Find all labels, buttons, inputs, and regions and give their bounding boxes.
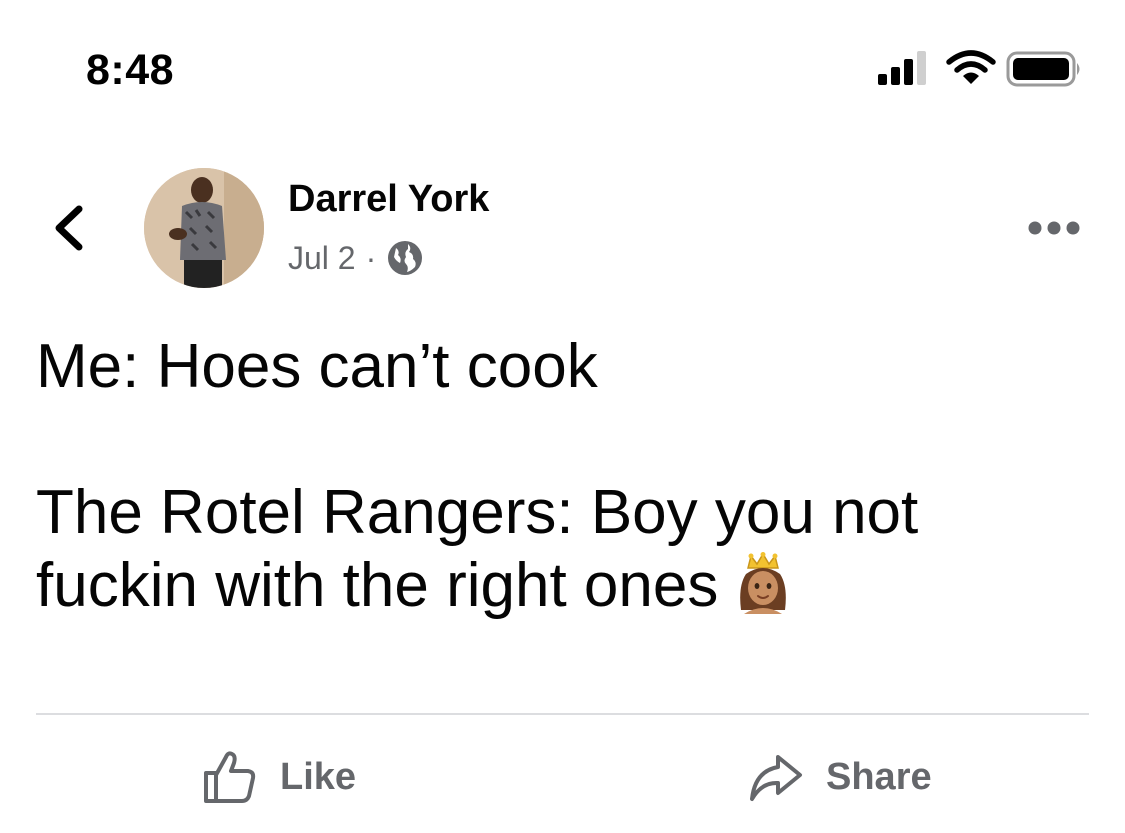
author-name[interactable]: Darrel York <box>288 178 489 221</box>
globe-icon <box>388 241 423 275</box>
share-button[interactable]: Share <box>748 748 932 806</box>
like-button[interactable]: Like <box>200 748 356 806</box>
share-label: Share <box>826 755 932 798</box>
post-text-line: Me: Hoes can’t cook <box>36 332 598 401</box>
more-options-button[interactable] <box>1026 214 1082 242</box>
post-date[interactable]: Jul 2 <box>288 240 356 277</box>
post-text-line: fuckin with the right ones <box>36 549 1096 622</box>
share-arrow-icon <box>750 755 802 801</box>
post-text-line-content: fuckin with the right ones <box>36 551 719 620</box>
princess-emoji-icon <box>740 552 787 614</box>
thumbs-up-icon <box>204 751 256 803</box>
status-icons <box>876 50 1086 90</box>
chevron-left-icon <box>55 205 83 251</box>
wifi-icon <box>946 50 996 84</box>
avatar[interactable] <box>144 168 264 288</box>
cellular-signal-icon <box>878 51 926 85</box>
post-meta: Jul 2 · <box>288 236 424 280</box>
post-text-line: The Rotel Rangers: Boy you not <box>36 478 919 547</box>
battery-icon <box>1006 51 1080 87</box>
post-text: Me: Hoes can’t cook The Rotel Rangers: B… <box>36 330 1096 622</box>
profile-photo <box>144 168 264 288</box>
status-time: 8:48 <box>86 46 175 94</box>
like-label: Like <box>280 755 357 798</box>
meta-separator: · <box>365 239 377 276</box>
more-icon <box>1028 221 1080 235</box>
back-button[interactable] <box>46 200 94 256</box>
divider <box>36 713 1089 715</box>
